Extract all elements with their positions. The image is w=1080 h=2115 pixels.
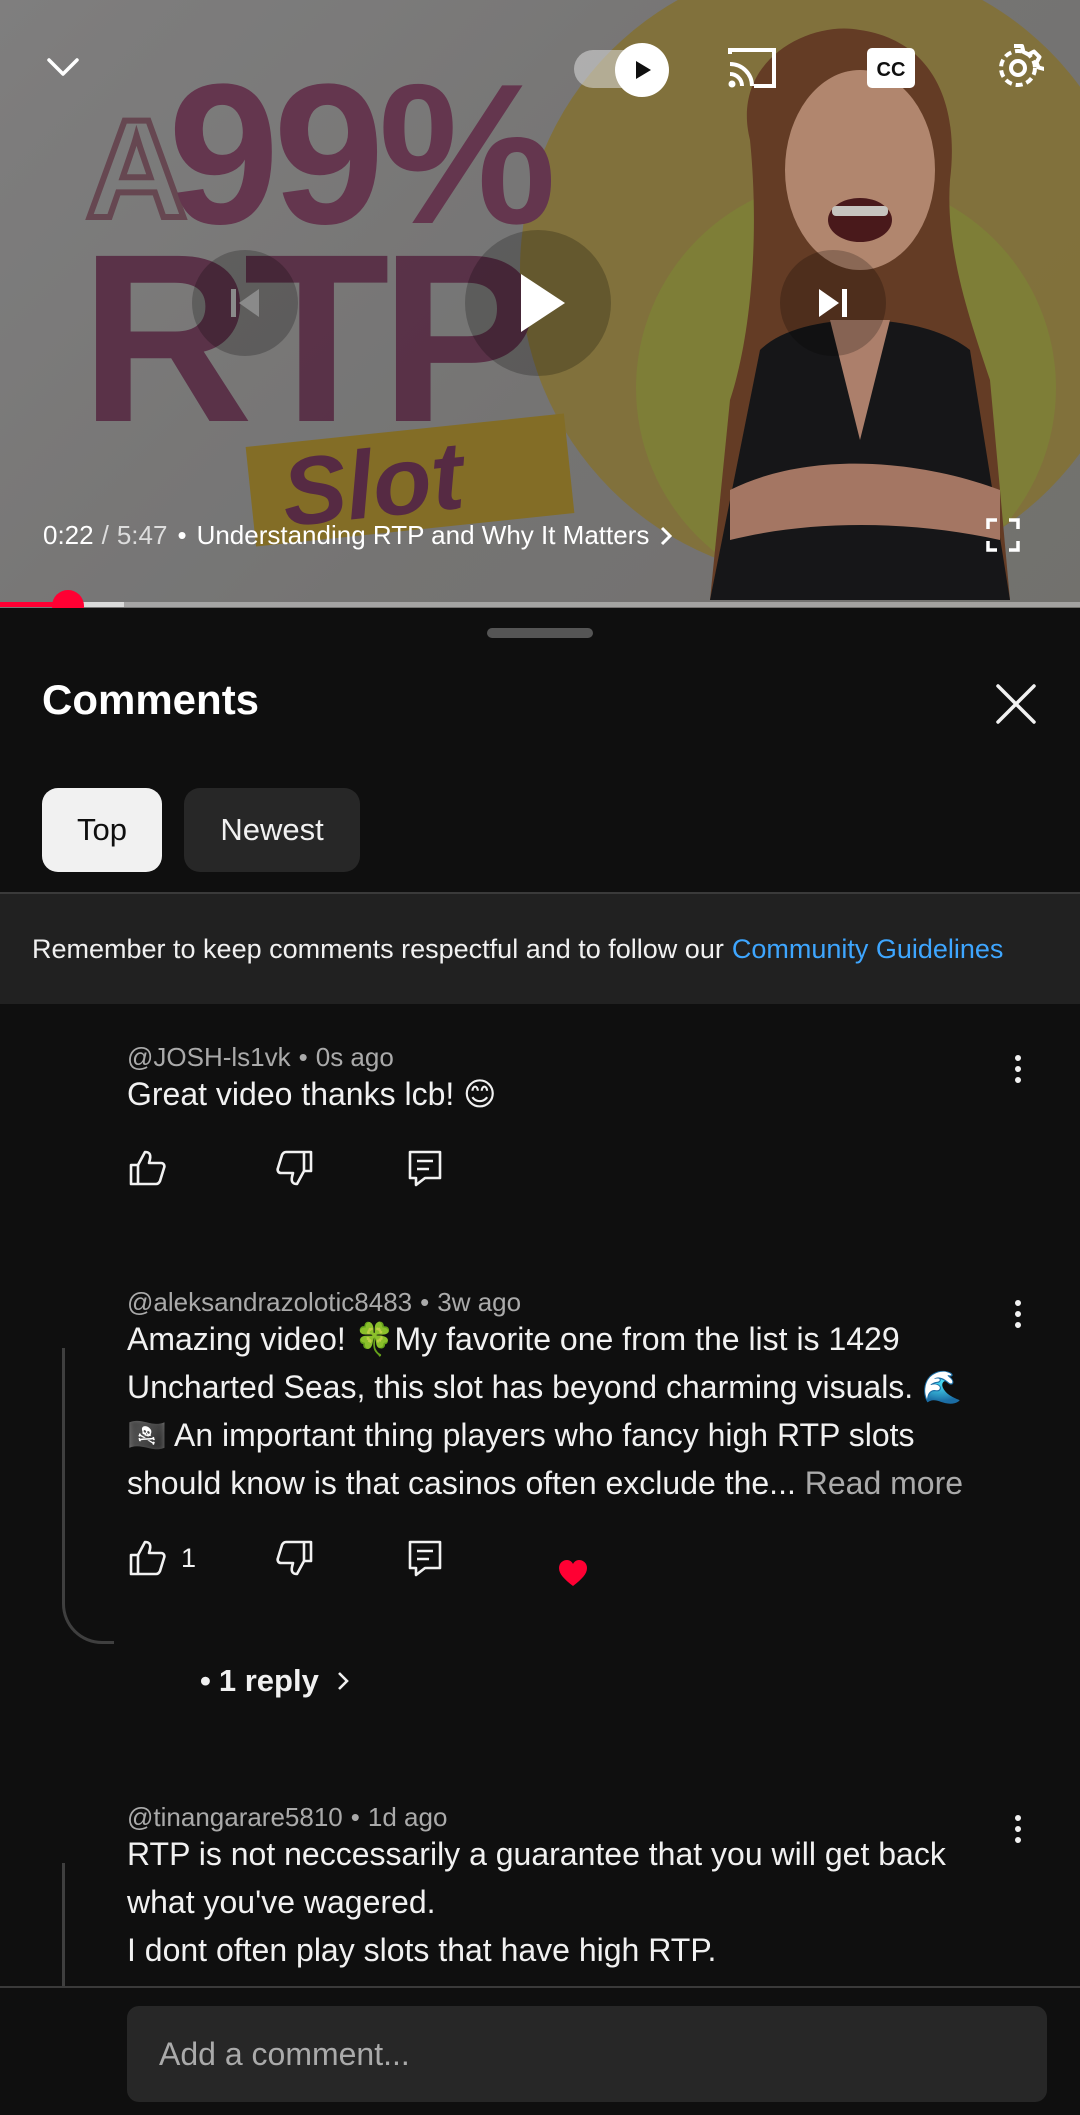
reply-thread-line	[62, 1863, 65, 1988]
community-guidelines-link[interactable]: Community Guidelines	[732, 934, 1004, 965]
guideline-text: Remember to keep comments respectful and…	[32, 933, 724, 964]
reply-icon	[408, 1540, 442, 1577]
autoplay-toggle-icon	[615, 43, 669, 97]
like-button[interactable]	[127, 1148, 167, 1188]
dislike-icon	[276, 1150, 313, 1186]
progress-track[interactable]	[0, 602, 1080, 607]
dislike-button[interactable]	[275, 1538, 315, 1578]
comments-panel: Comments Top Newest Remember to keep com…	[0, 608, 1080, 2115]
comment-time: 1d ago	[367, 1802, 448, 1832]
comment-text: Amazing video! 🍀My favorite one from the…	[127, 1315, 1007, 1507]
comment-meta: @tinangarare5810 • 1d ago	[127, 1802, 448, 1832]
chevron-down-icon	[47, 58, 79, 76]
reply-icon	[408, 1150, 442, 1187]
time-and-chapter[interactable]: 0:22 / 5:47 • Understanding RTP and Why …	[43, 520, 677, 551]
chapter-title[interactable]: Understanding RTP and Why It Matters	[197, 520, 650, 551]
like-button[interactable]: 1	[127, 1538, 196, 1578]
comment-text: RTP is not neccessarily a guarantee that…	[127, 1830, 1007, 1974]
comment-text-line: RTP is not neccessarily a guarantee that…	[127, 1836, 946, 1920]
reply-button[interactable]	[405, 1148, 445, 1188]
dislike-icon	[276, 1540, 313, 1576]
settings-button[interactable]	[988, 38, 1048, 98]
comment-meta: @aleksandrazolotic8483 • 3w ago	[127, 1287, 522, 1317]
chevron-right-icon	[661, 526, 673, 545]
minimize-button[interactable]	[36, 40, 90, 94]
add-comment-input[interactable]: Add a comment...	[127, 2006, 1047, 2102]
read-more-link[interactable]: Read more	[805, 1465, 963, 1501]
comment-time: 0s ago	[315, 1042, 394, 1072]
filter-chip-newest[interactable]: Newest	[184, 788, 360, 872]
dislike-button[interactable]	[275, 1148, 315, 1188]
panel-title: Comments	[42, 676, 260, 723]
like-icon	[129, 1150, 166, 1186]
comment-time: 3w ago	[437, 1287, 522, 1317]
heart-icon	[559, 1560, 587, 1586]
close-icon	[996, 684, 1036, 724]
previous-icon	[231, 289, 259, 317]
guideline-banner: Remember to keep comments respectful and…	[0, 894, 1080, 1004]
next-button[interactable]	[780, 250, 886, 356]
filter-chip-top[interactable]: Top	[42, 788, 162, 872]
comment-author[interactable]: @JOSH-ls1vk	[127, 1042, 291, 1072]
comment-text: Great video thanks lcb! 😊	[127, 1076, 497, 1112]
comment-meta: @JOSH-ls1vk • 0s ago	[127, 1042, 394, 1072]
cast-button[interactable]	[722, 40, 782, 96]
duration: 5:47	[116, 520, 168, 550]
like-icon	[129, 1540, 166, 1576]
comment-text-line: I dont often play slots that have high R…	[127, 1932, 717, 1968]
creator-heart	[558, 1559, 588, 1587]
cc-icon: CC	[867, 48, 915, 88]
chevron-right-icon	[337, 1672, 349, 1690]
close-button[interactable]	[990, 678, 1042, 730]
video-player[interactable]: A 99% RTP Slot CC 0:22 / 5:47 • Understa…	[0, 0, 1080, 608]
reply-thread-line	[62, 1348, 114, 1644]
reply-button[interactable]	[405, 1538, 445, 1578]
comment-composer-bar: Add a comment...	[0, 1986, 1080, 2115]
fullscreen-icon	[986, 518, 1020, 552]
cast-icon	[728, 48, 776, 88]
comment-author[interactable]: @aleksandrazolotic8483	[127, 1287, 412, 1317]
like-count: 1	[181, 1542, 197, 1573]
gear-icon	[999, 44, 1044, 87]
next-icon	[819, 289, 847, 317]
captions-button[interactable]: CC	[864, 44, 918, 92]
current-time: 0:22	[43, 520, 94, 550]
play-button[interactable]	[465, 230, 611, 376]
chapter-dot: •	[177, 520, 187, 550]
fullscreen-button[interactable]	[980, 512, 1026, 558]
time-separator: /	[101, 520, 109, 550]
view-replies-button[interactable]: • 1 reply	[200, 1663, 355, 1699]
previous-button[interactable]	[192, 250, 298, 356]
reply-bullet: •	[200, 1663, 211, 1698]
reply-count: 1 reply	[218, 1663, 319, 1698]
play-icon	[521, 274, 565, 332]
drag-handle[interactable]	[487, 628, 593, 638]
svg-text:CC: CC	[877, 59, 906, 81]
comment-author[interactable]: @tinangarare5810	[127, 1802, 343, 1832]
